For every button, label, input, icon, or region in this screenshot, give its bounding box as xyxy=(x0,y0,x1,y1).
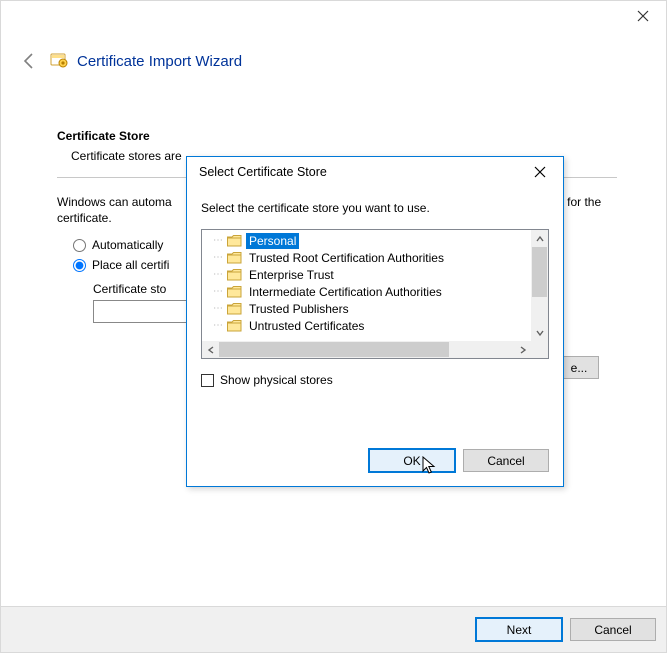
tree-inner[interactable]: ⋯ Personal ⋯ Trusted Root Certification Aut… xyxy=(202,230,531,341)
folder-icon xyxy=(226,318,242,334)
tree-item-label: Enterprise Trust xyxy=(246,267,337,283)
tree-connector-icon: ⋯ xyxy=(210,317,226,334)
certificate-shield-icon xyxy=(49,51,69,71)
tree-item-label: Intermediate Certification Authorities xyxy=(246,284,445,300)
tree-item[interactable]: ⋯ Personal xyxy=(204,232,531,249)
close-icon[interactable] xyxy=(517,157,563,187)
ok-button-label: OK xyxy=(403,454,420,468)
tree-item[interactable]: ⋯ Enterprise Trust xyxy=(204,266,531,283)
folder-icon xyxy=(226,233,242,249)
wizard-footer: Next Cancel xyxy=(1,606,666,652)
vertical-scroll-thumb[interactable] xyxy=(532,247,547,297)
back-arrow-icon[interactable] xyxy=(17,49,41,73)
vertical-scrollbar[interactable] xyxy=(531,230,548,341)
dialog-button-row: OK Cancel xyxy=(187,435,563,486)
tree-item-label: Untrusted Certificates xyxy=(246,318,367,334)
show-physical-label: Show physical stores xyxy=(220,373,333,387)
next-button[interactable]: Next xyxy=(476,618,562,641)
dialog-title: Select Certificate Store xyxy=(187,157,563,187)
show-physical-checkbox[interactable] xyxy=(201,374,214,387)
modal-cancel-label: Cancel xyxy=(487,454,524,468)
dialog-body: Select the certificate store you want to… xyxy=(187,187,563,435)
size-grip xyxy=(531,341,548,358)
scroll-down-icon[interactable] xyxy=(531,324,548,341)
scroll-left-icon[interactable] xyxy=(202,341,219,358)
folder-icon xyxy=(226,250,242,266)
show-physical-row[interactable]: Show physical stores xyxy=(201,373,549,387)
tree-item-label: Trusted Publishers xyxy=(246,301,352,317)
horizontal-scrollbar[interactable] xyxy=(202,341,531,358)
radio-auto-label: Automatically xyxy=(92,238,163,252)
scroll-right-icon[interactable] xyxy=(514,341,531,358)
outer-titlebar xyxy=(1,1,666,31)
tree-item[interactable]: ⋯ Untrusted Certificates xyxy=(204,317,531,334)
radio-place-input[interactable] xyxy=(73,259,86,272)
horizontal-scroll-thumb[interactable] xyxy=(219,342,449,357)
ok-button[interactable]: OK xyxy=(369,449,455,472)
browse-button[interactable]: e... xyxy=(559,356,599,379)
tree-connector-icon: ⋯ xyxy=(210,249,226,266)
store-tree: ⋯ Personal ⋯ Trusted Root Certification Aut… xyxy=(201,229,549,359)
para-part1: Windows can automa xyxy=(57,195,172,209)
select-store-dialog: Select Certificate Store Select the cert… xyxy=(186,156,564,487)
tree-item[interactable]: ⋯ Intermediate Certification Authorities xyxy=(204,283,531,300)
cancel-button[interactable]: Cancel xyxy=(570,618,656,641)
tree-connector-icon: ⋯ xyxy=(210,266,226,283)
close-icon[interactable] xyxy=(620,1,666,31)
tree-item-label: Personal xyxy=(246,233,299,249)
tree-connector-icon: ⋯ xyxy=(210,232,226,249)
radio-auto-input[interactable] xyxy=(73,239,86,252)
radio-place-label: Place all certifi xyxy=(92,258,169,272)
browse-button-label: e... xyxy=(571,361,588,375)
tree-item-label: Trusted Root Certification Authorities xyxy=(246,250,447,266)
folder-icon xyxy=(226,301,242,317)
wizard-title: Certificate Import Wizard xyxy=(77,53,242,70)
wizard-header: Certificate Import Wizard xyxy=(1,46,666,76)
modal-cancel-button[interactable]: Cancel xyxy=(463,449,549,472)
tree-connector-icon: ⋯ xyxy=(210,283,226,300)
folder-icon xyxy=(226,267,242,283)
folder-icon xyxy=(226,284,242,300)
tree-connector-icon: ⋯ xyxy=(210,300,226,317)
cancel-button-label: Cancel xyxy=(594,623,631,637)
scroll-up-icon[interactable] xyxy=(531,230,548,247)
dialog-prompt: Select the certificate store you want to… xyxy=(201,201,549,215)
tree-item[interactable]: ⋯ Trusted Publishers xyxy=(204,300,531,317)
tree-item[interactable]: ⋯ Trusted Root Certification Authorities xyxy=(204,249,531,266)
section-heading: Certificate Store xyxy=(57,129,617,143)
next-button-label: Next xyxy=(507,623,532,637)
